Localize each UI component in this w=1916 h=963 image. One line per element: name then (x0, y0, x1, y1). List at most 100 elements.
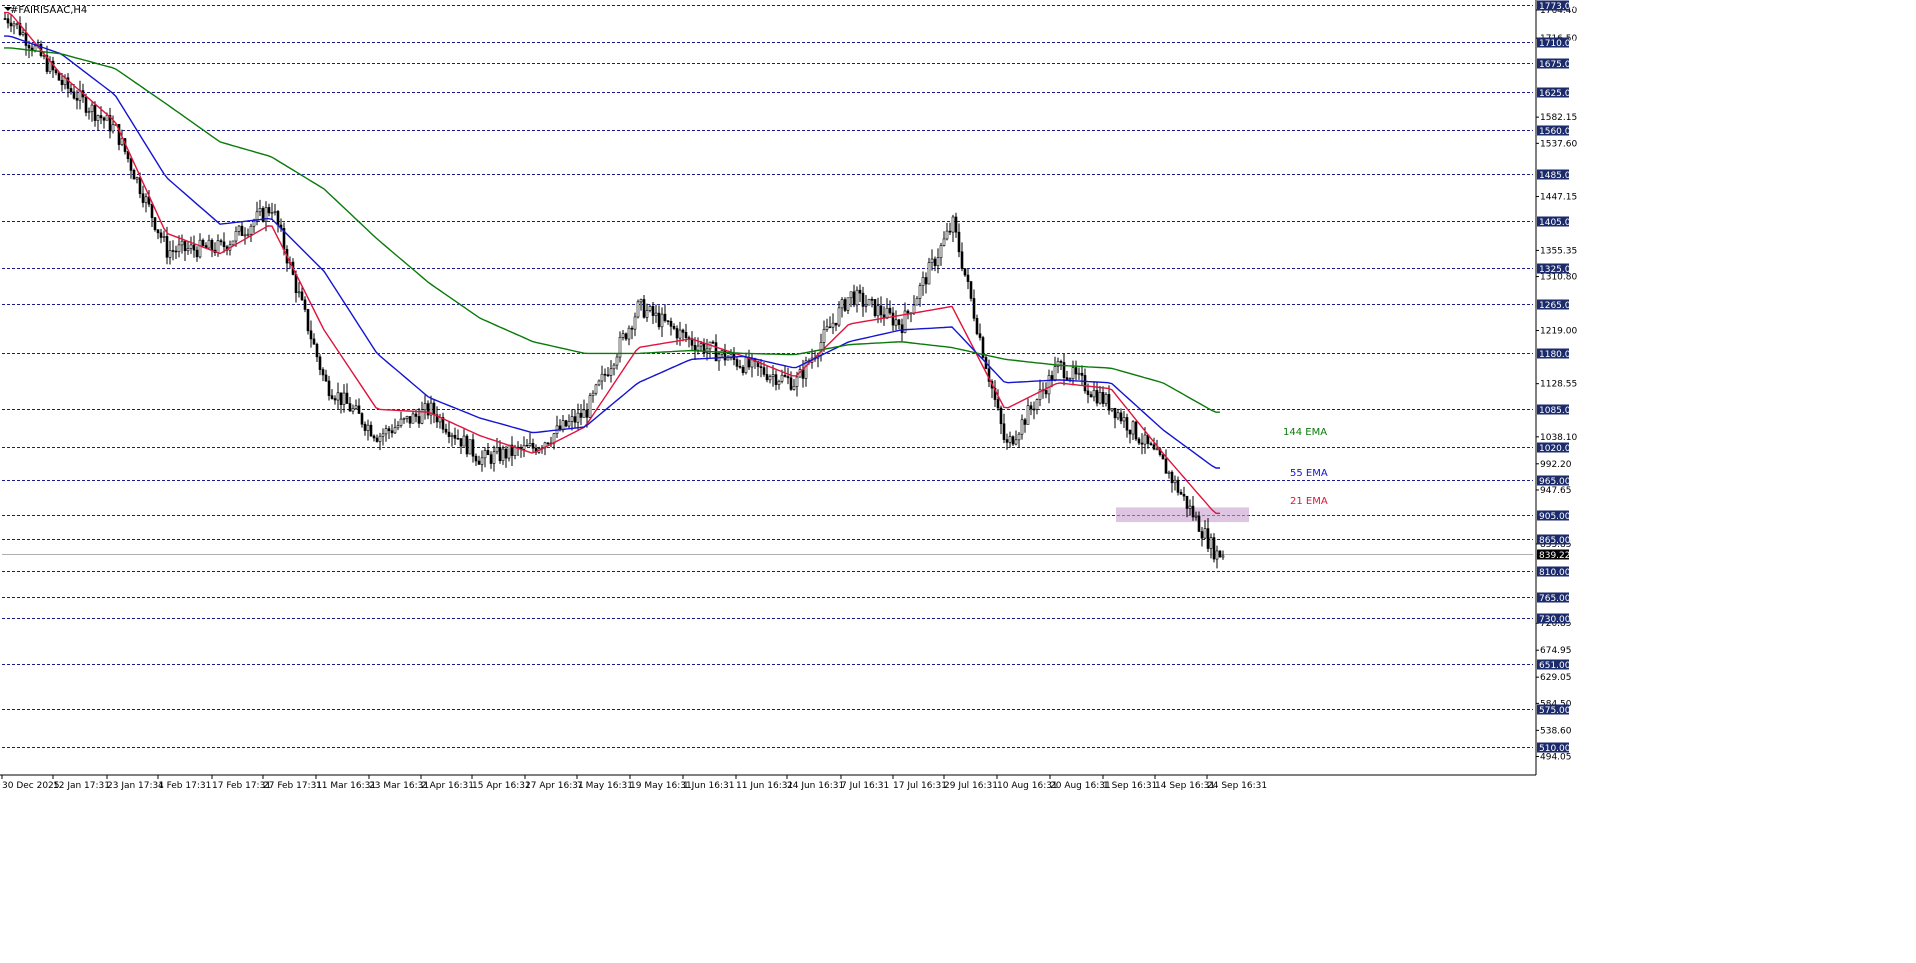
candle-body (627, 327, 631, 340)
candle-body (1212, 537, 1216, 560)
candle-body (258, 208, 262, 213)
candle-body (675, 328, 679, 339)
candle-body (399, 418, 403, 426)
candle-body (945, 230, 949, 240)
candle-body (1014, 439, 1018, 445)
candle-body (354, 405, 358, 409)
level-tag-label: 765.00 (1539, 594, 1571, 604)
candle-body (327, 380, 331, 396)
candle-body (969, 281, 973, 299)
candle-body (276, 211, 280, 226)
time-tick-label: 10 Aug 16:31 (997, 781, 1058, 791)
time-tick-label: 24 Sep 16:31 (1207, 781, 1267, 791)
candle-body (330, 395, 334, 399)
candle-body (546, 442, 550, 445)
time-tick-label: 23 Jan 17:31 (107, 781, 164, 791)
candle-body (1131, 421, 1135, 435)
candle-body (525, 444, 529, 447)
candle-body (597, 380, 601, 386)
candle-body (918, 285, 922, 299)
candle-body (1122, 417, 1126, 422)
candle-body (426, 403, 430, 416)
candle (468, 439, 472, 455)
candle-body (1113, 408, 1117, 419)
candle-body (837, 307, 841, 326)
candle-body (1149, 443, 1153, 446)
candle-body (1059, 361, 1063, 363)
candle-body (93, 104, 97, 121)
level-tag-label: 510.00 (1539, 744, 1571, 754)
candle-body (1128, 429, 1132, 435)
candle-body (972, 298, 976, 319)
candle-body (300, 291, 304, 301)
candle-body (954, 216, 958, 233)
candle (1218, 550, 1222, 558)
candle-body (1044, 390, 1048, 395)
level-tag-label: 1710.00 (1539, 39, 1576, 49)
candle-body (12, 23, 16, 27)
candle-body (870, 298, 874, 301)
candle-body (504, 448, 508, 459)
candle-body (432, 402, 436, 415)
candle-body (636, 301, 640, 318)
candle-body (102, 117, 106, 121)
candle-body (900, 324, 904, 333)
candle-body (579, 412, 583, 418)
candle-body (411, 413, 415, 424)
candle-body (303, 299, 307, 310)
time-tick-label: 1 Jun 16:31 (683, 781, 734, 791)
candle-body (651, 306, 655, 316)
candle (465, 434, 469, 458)
candle-body (24, 32, 28, 46)
candle-body (1095, 390, 1099, 404)
candle-body (177, 244, 181, 252)
candle-body (135, 177, 139, 180)
candle-body (621, 333, 625, 338)
candle-body (1140, 442, 1144, 445)
time-tick-label: 4 Feb 17:31 (158, 781, 211, 791)
candle-body (855, 289, 859, 306)
candle-body (1218, 550, 1222, 558)
price-tick-label: 629.05 (1540, 673, 1572, 683)
candle-body (1005, 439, 1009, 443)
candle-body (21, 32, 25, 35)
candle-body (489, 454, 493, 464)
candle-body (198, 239, 202, 258)
candle-body (96, 115, 100, 121)
price-chart[interactable]: 1764.401716.501582.151537.601447.151355.… (0, 0, 1916, 963)
candle-body (531, 442, 535, 449)
candle-body (390, 430, 394, 434)
candle-body (387, 428, 391, 432)
candle-body (948, 230, 952, 233)
candle-body (711, 341, 715, 344)
level-tag-label: 1625.00 (1539, 89, 1576, 99)
candle-body (885, 307, 889, 319)
candle-body (297, 291, 301, 294)
candle-body (609, 368, 613, 376)
candle-body (1047, 375, 1051, 395)
candle-body (666, 320, 670, 322)
candle-body (1101, 392, 1105, 404)
candle-body (975, 317, 979, 335)
candle-body (978, 333, 982, 338)
candle-body (1194, 515, 1198, 518)
time-tick-label: 11 Jun 16:31 (736, 781, 793, 791)
candle-body (768, 376, 772, 381)
candle-body (111, 124, 115, 132)
candle-body (1023, 419, 1027, 425)
candle-body (783, 374, 787, 377)
level-tag-label: 1180.00 (1539, 350, 1576, 360)
price-tick-label: 1537.60 (1540, 139, 1577, 149)
level-tag-label: 810.00 (1539, 568, 1571, 578)
candle (564, 419, 568, 428)
chart-canvas[interactable]: 1764.401716.501582.151537.601447.151355.… (0, 0, 1916, 963)
candle-body (822, 329, 826, 343)
candle-body (726, 357, 730, 361)
candle-body (1086, 390, 1090, 395)
candle-body (357, 405, 361, 414)
candle-body (414, 413, 418, 417)
candle-body (72, 91, 76, 99)
candle-body (1185, 495, 1189, 509)
candle-body (600, 373, 604, 382)
candle-body (867, 298, 871, 306)
